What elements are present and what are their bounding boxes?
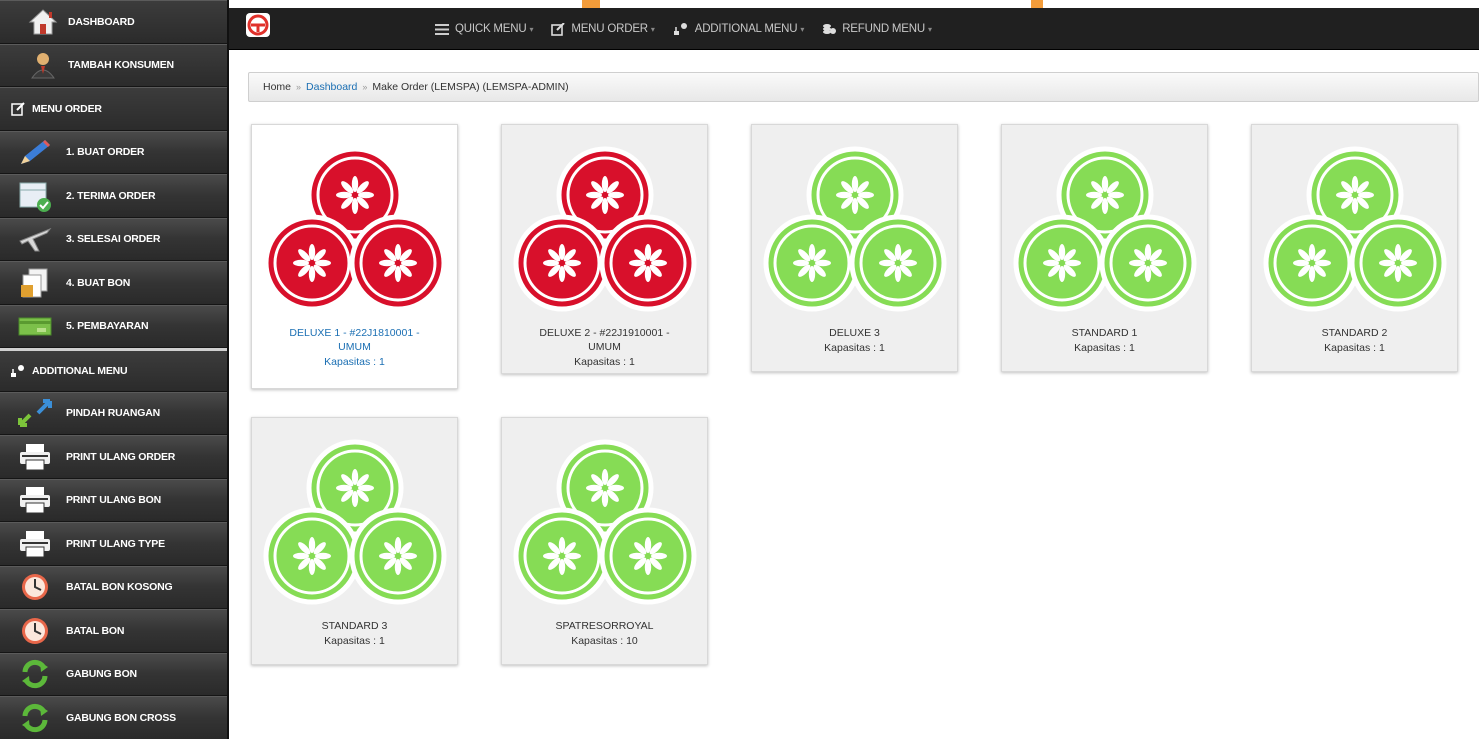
sidebar-item-gabung-bon[interactable]: GABUNG BON [0, 652, 227, 696]
user-plus-icon [673, 23, 687, 35]
sidebar-item-print-ulang-order[interactable]: PRINT ULANG ORDER [0, 435, 227, 479]
sidebar-item-dashboard[interactable]: DASHBOARD [0, 0, 227, 44]
chevron-down-icon: ▾ [650, 24, 655, 34]
edit-icon [10, 101, 26, 117]
refresh-icon [14, 657, 56, 691]
clock-icon [14, 614, 56, 648]
room-card[interactable]: SPATRESORROYAL Kapasitas : 10 [501, 417, 708, 665]
printer-icon [14, 440, 56, 474]
coins-icon [823, 24, 837, 34]
top-menu-refund-menu[interactable]: REFUND MENU ▾ [822, 23, 932, 35]
cash-icon [14, 309, 56, 343]
breadcrumb-current: Make Order (LEMSPA) (LEMSPA-ADMIN) [372, 81, 569, 93]
room-name: SPATRESORROYAL [555, 620, 654, 632]
top-edge-mark [1031, 0, 1043, 8]
top-navbar: QUICK MENU ▾ MENU ORDER ▾ ADDITIONAL MENU ▾… [229, 8, 1479, 50]
room-capacity: Kapasitas : 1 [324, 635, 385, 647]
user-icon [26, 48, 60, 82]
breadcrumb-separator: » [362, 82, 368, 92]
spa-room-icon [513, 146, 696, 312]
sidebar-item-pindah-ruangan[interactable]: PINDAH RUANGAN [0, 391, 227, 435]
sidebar-item-batal-bon-kosong[interactable]: BATAL BON KOSONG [0, 565, 227, 609]
sidebar-item-selesai-order[interactable]: 3. SELESAI ORDER [0, 217, 227, 261]
sidebar-item-batal-bon[interactable]: BATAL BON [0, 609, 227, 653]
printer-icon [14, 527, 56, 561]
sidebar-item-buat-bon[interactable]: 4. BUAT BON [0, 261, 227, 305]
edit-icon [551, 22, 566, 36]
spa-room-icon [763, 146, 946, 312]
brand-logo-icon[interactable] [245, 12, 271, 38]
room-card[interactable]: STANDARD 1 Kapasitas : 1 [1001, 124, 1208, 372]
spa-room-icon [263, 146, 446, 312]
spa-room-icon [1263, 146, 1446, 312]
room-capacity: Kapasitas : 1 [824, 342, 885, 354]
room-capacity: Kapasitas : 1 [1074, 342, 1135, 354]
top-menu: QUICK MENU ▾ MENU ORDER ▾ ADDITIONAL MENU ▾… [435, 8, 950, 50]
clock-icon [14, 570, 56, 604]
chevron-down-icon: ▾ [800, 24, 805, 34]
room-card[interactable]: DELUXE 1 - #22J1810001 - UMUM Kapasitas :… [251, 124, 458, 389]
room-capacity: Kapasitas : 10 [571, 635, 638, 647]
sidebar-item-print-ulang-type[interactable]: PRINT ULANG TYPE [0, 522, 227, 566]
printer-icon [14, 483, 56, 517]
room-name: DELUXE 1 - #22J1810001 - UMUM [289, 327, 420, 353]
top-edge-mark [582, 0, 600, 8]
room-card[interactable]: STANDARD 2 Kapasitas : 1 [1251, 124, 1458, 372]
room-capacity: Kapasitas : 1 [324, 356, 385, 368]
chevron-down-icon: ▾ [529, 24, 534, 34]
spa-room-icon [263, 439, 446, 605]
top-menu-additional-menu[interactable]: ADDITIONAL MENU ▾ [673, 23, 804, 35]
home-icon [26, 5, 60, 39]
breadcrumb-separator: » [296, 82, 302, 92]
room-capacity: Kapasitas : 1 [574, 356, 635, 368]
chevron-down-icon: ▾ [927, 24, 932, 34]
breadcrumb-home[interactable]: Home [263, 81, 291, 93]
room-card[interactable]: DELUXE 3 Kapasitas : 1 [751, 124, 958, 372]
calendar-check-icon [14, 179, 56, 213]
documents-icon [14, 266, 56, 300]
spa-room-icon [1013, 146, 1196, 312]
list-icon [435, 23, 449, 35]
sidebar: DASHBOARD TAMBAH KONSUMEN MENU ORDER 1. … [0, 0, 229, 739]
sidebar-heading-menu-order[interactable]: MENU ORDER [0, 87, 227, 131]
room-card[interactable]: STANDARD 3 Kapasitas : 1 [251, 417, 458, 665]
sidebar-heading-additional-menu[interactable]: ADDITIONAL MENU [0, 348, 227, 392]
breadcrumb: Home » Dashboard » Make Order (LEMSPA) (… [248, 72, 1479, 102]
plane-icon [14, 222, 56, 256]
user-plus-icon [10, 363, 26, 379]
sidebar-item-terima-order[interactable]: 2. TERIMA ORDER [0, 174, 227, 218]
room-name: STANDARD 1 [1071, 327, 1138, 339]
top-menu-menu-order[interactable]: MENU ORDER ▾ [551, 22, 655, 36]
room-name: DELUXE 2 - #22J1910001 - UMUM [539, 327, 670, 353]
sidebar-item-gabung-bon-cross[interactable]: GABUNG BON CROSS [0, 696, 227, 739]
room-capacity: Kapasitas : 1 [1324, 342, 1385, 354]
sidebar-item-pembayaran[interactable]: 5. PEMBAYARAN [0, 304, 227, 348]
room-name: STANDARD 2 [1321, 327, 1388, 339]
top-menu-quick-menu[interactable]: QUICK MENU ▾ [435, 23, 534, 35]
sidebar-item-buat-order[interactable]: 1. BUAT ORDER [0, 130, 227, 174]
sidebar-item-print-ulang-bon[interactable]: PRINT ULANG BON [0, 478, 227, 522]
arrows-icon [14, 396, 56, 430]
breadcrumb-dashboard-link[interactable]: Dashboard [306, 81, 357, 93]
refresh-icon [14, 701, 56, 735]
spa-room-icon [513, 439, 696, 605]
pencil-icon [14, 135, 56, 169]
room-name: DELUXE 3 [829, 327, 880, 339]
room-name: STANDARD 3 [321, 620, 388, 632]
room-card[interactable]: DELUXE 2 - #22J1910001 - UMUM Kapasitas :… [501, 124, 708, 374]
sidebar-item-tambah-konsumen[interactable]: TAMBAH KONSUMEN [0, 43, 227, 87]
